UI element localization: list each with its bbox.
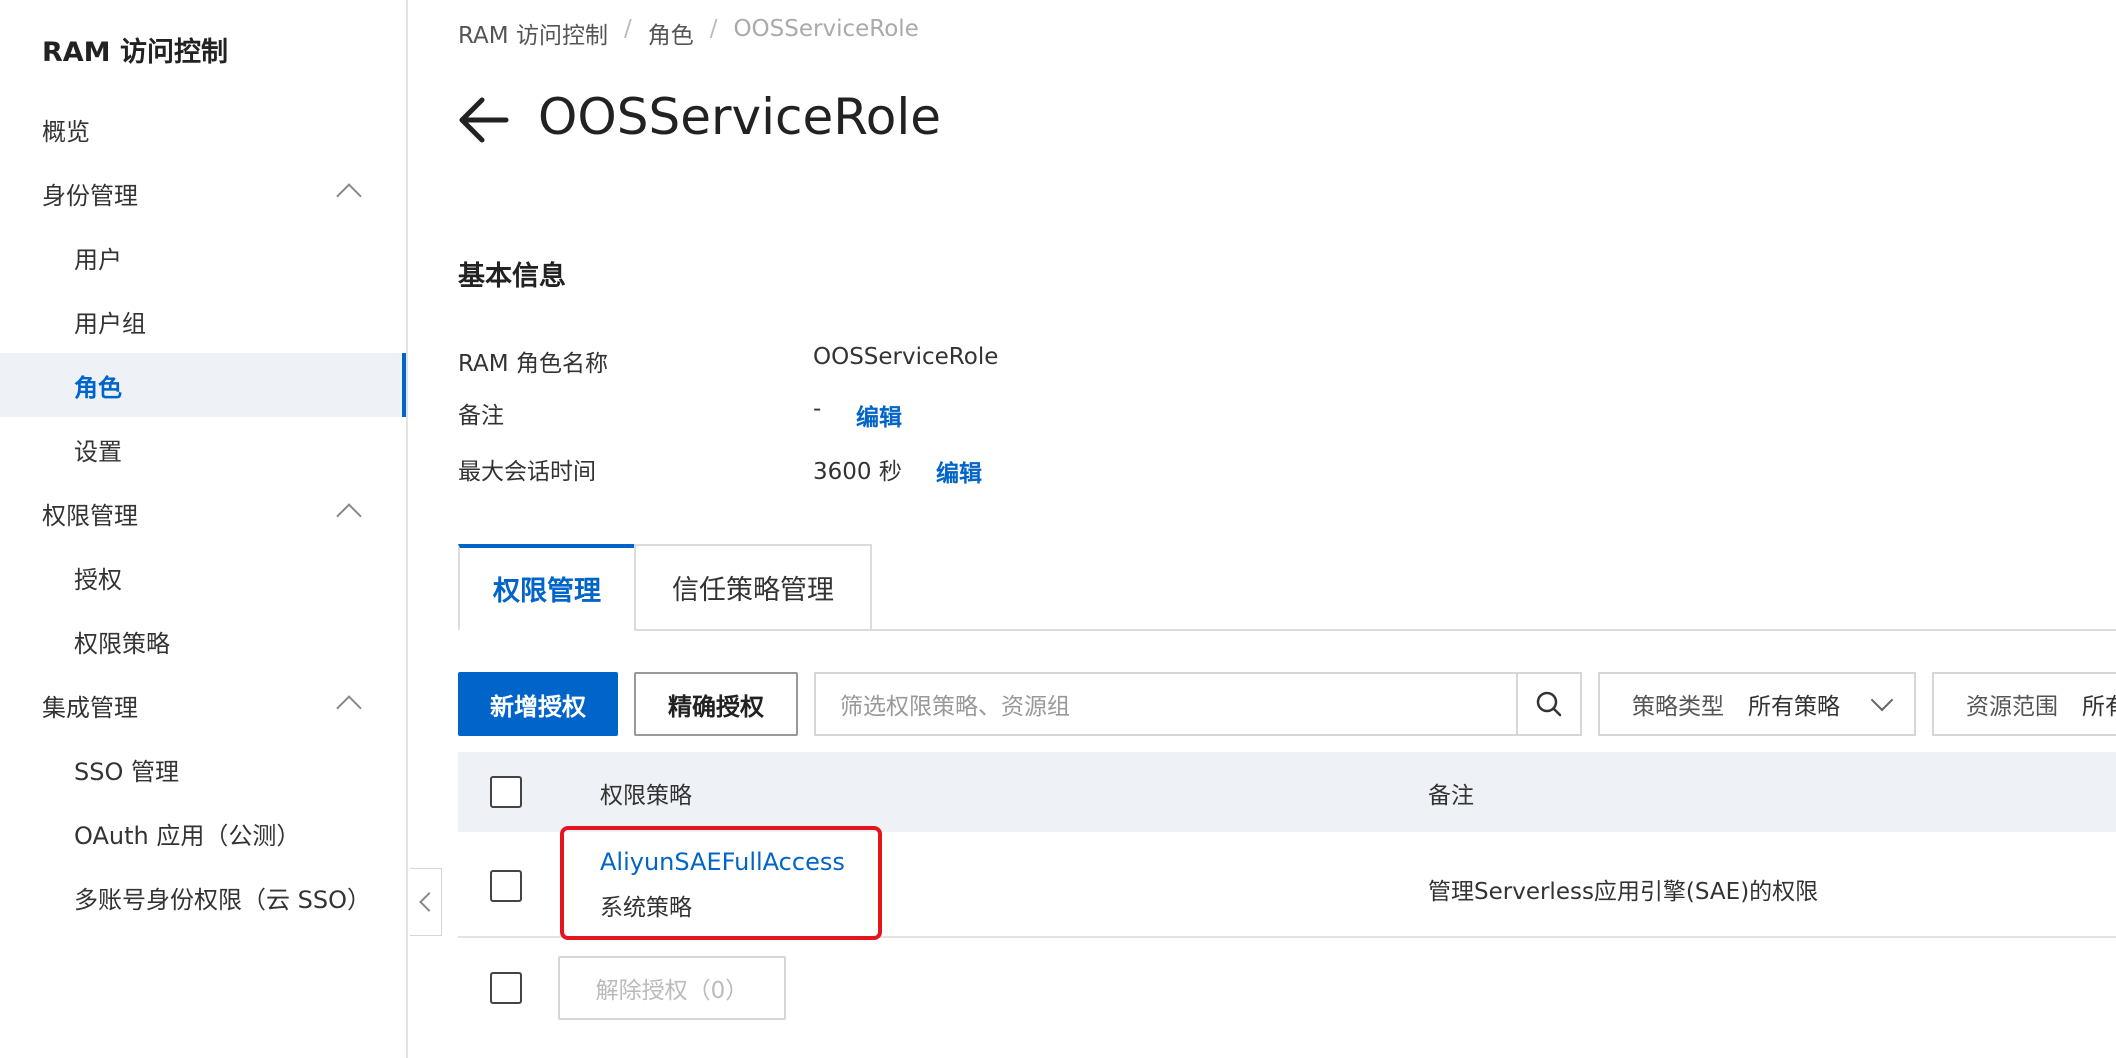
chevron-left-icon	[418, 892, 439, 912]
search-icon	[1536, 691, 1562, 717]
chevron-up-icon	[336, 695, 362, 721]
sidebar-item-oauth-apps[interactable]: OAuth 应用（公测）	[0, 801, 406, 865]
policy-note-text: 管理Serverless应用引擎(SAE)的权限	[1428, 879, 1819, 905]
add-grant-button[interactable]: 新增授权	[458, 672, 618, 736]
breadcrumb-item-roles[interactable]: 角色	[648, 16, 694, 50]
note-value: -	[813, 396, 822, 422]
tab-permissions[interactable]: 权限管理	[458, 544, 636, 631]
sidebar-item-grants[interactable]: 授权	[0, 545, 406, 609]
column-header-note: 备注	[1428, 783, 1474, 809]
tab-trust-policy[interactable]: 信任策略管理	[634, 544, 872, 631]
note-edit-link[interactable]: 编辑	[856, 398, 902, 432]
breadcrumb-item-ram[interactable]: RAM 访问控制	[458, 16, 608, 50]
max-session-edit-link[interactable]: 编辑	[936, 454, 982, 488]
sidebar-item-sso[interactable]: SSO 管理	[0, 737, 406, 801]
chevron-down-icon	[1870, 688, 1894, 712]
role-name-label: RAM 角色名称	[458, 351, 608, 377]
revoke-button[interactable]: 解除授权（0）	[558, 956, 786, 1020]
policy-type-select[interactable]: 策略类型 所有策略	[1598, 672, 1916, 736]
chevron-up-icon	[336, 183, 362, 209]
max-session-label: 最大会话时间	[458, 459, 596, 485]
breadcrumb-separator: /	[623, 16, 632, 42]
sidebar-group-integration[interactable]: 集成管理	[0, 673, 406, 737]
highlight-annotation	[560, 826, 882, 940]
sidebar-item-settings[interactable]: 设置	[0, 417, 406, 481]
sidebar-item-policies[interactable]: 权限策略	[0, 609, 406, 673]
breadcrumb-separator: /	[709, 16, 718, 42]
resource-scope-value: 所有	[2082, 694, 2116, 720]
basic-info-title: 基本信息	[458, 261, 566, 292]
policy-type-label: 策略类型	[1632, 694, 1724, 720]
sidebar-item-users[interactable]: 用户	[0, 225, 406, 289]
sidebar-collapse-button[interactable]	[410, 868, 442, 936]
sidebar-group-label: 集成管理	[42, 693, 138, 722]
sidebar-item-roles[interactable]: 角色	[0, 353, 406, 417]
sidebar-group-permissions[interactable]: 权限管理	[0, 481, 406, 545]
sidebar-item-cloud-sso[interactable]: 多账号身份权限（云 SSO）	[0, 865, 406, 929]
max-session-value: 3600 秒	[813, 459, 902, 485]
resource-scope-label: 资源范围	[1966, 694, 2058, 720]
search-input[interactable]: 筛选权限策略、资源组	[814, 672, 1518, 736]
table-header: 权限策略 备注	[458, 752, 2116, 832]
resource-scope-select[interactable]: 资源范围 所有	[1932, 672, 2116, 736]
sidebar-group-label: 权限管理	[42, 501, 138, 530]
precise-grant-button[interactable]: 精确授权	[634, 672, 798, 736]
row-checkbox[interactable]	[490, 870, 522, 902]
policy-type-value: 所有策略	[1748, 694, 1840, 720]
sidebar-item-overview[interactable]: 概览	[0, 97, 406, 161]
column-header-policy: 权限策略	[600, 783, 692, 809]
breadcrumb-item-current: OOSServiceRole	[733, 16, 919, 42]
chevron-up-icon	[336, 503, 362, 529]
sidebar: RAM 访问控制 概览 身份管理 用户 用户组 角色 设置 权限管理 授权 权限…	[0, 0, 408, 1058]
note-label: 备注	[458, 403, 504, 429]
bottom-select-checkbox[interactable]	[490, 972, 522, 1004]
sidebar-group-label: 身份管理	[42, 181, 138, 210]
sidebar-group-identity[interactable]: 身份管理	[0, 161, 406, 225]
sidebar-item-user-groups[interactable]: 用户组	[0, 289, 406, 353]
sidebar-title: RAM 访问控制	[42, 37, 228, 68]
select-all-checkbox[interactable]	[490, 776, 522, 808]
search-button[interactable]	[1516, 672, 1582, 736]
page-title: OOSServiceRole	[538, 88, 941, 146]
back-arrow-icon[interactable]	[456, 92, 512, 148]
role-name-value: OOSServiceRole	[813, 344, 999, 370]
breadcrumb: RAM 访问控制 / 角色 / OOSServiceRole	[458, 16, 919, 50]
